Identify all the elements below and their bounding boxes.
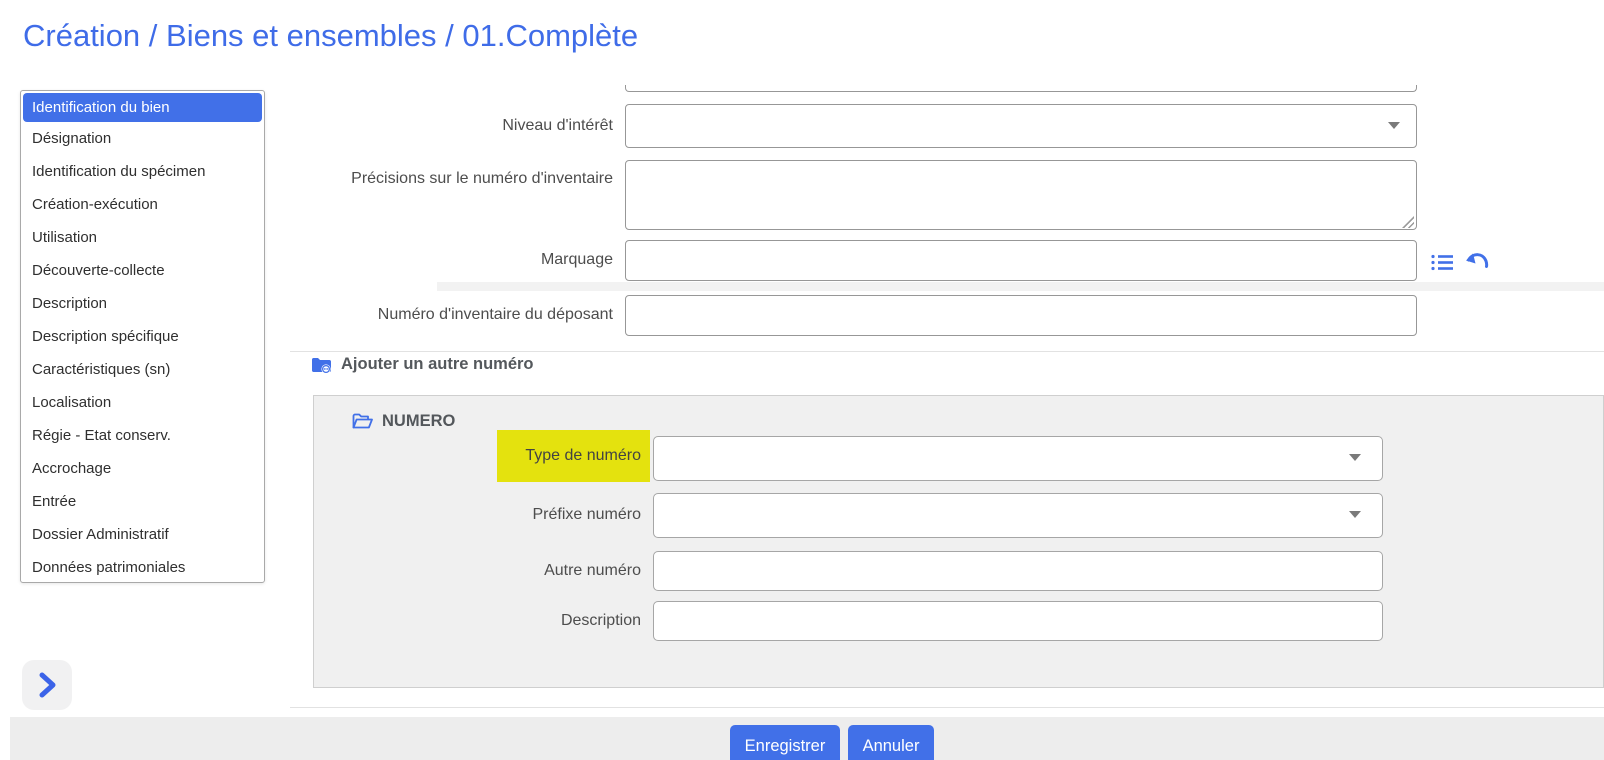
numero-group-header: NUMERO (352, 412, 455, 431)
page: Création / Biens et ensembles / 01.Compl… (0, 0, 1604, 760)
autre-numero-input[interactable] (653, 551, 1383, 591)
precisions-numero-label: Précisions sur le numéro d'inventaire (293, 170, 613, 188)
sidebar-item-decouverte-collecte[interactable]: Découverte-collecte (21, 254, 264, 287)
chevron-right-icon (33, 670, 61, 700)
precisions-numero-textarea[interactable] (625, 160, 1417, 230)
section-top-divider (290, 351, 1604, 352)
section-nav-list: Identification du bien Désignation Ident… (20, 90, 265, 583)
sidebar-item-accrochage[interactable]: Accrochage (21, 452, 264, 485)
niveau-interet-select[interactable] (625, 104, 1417, 148)
page-title: Création / Biens et ensembles / 01.Compl… (23, 18, 638, 54)
numero-deposant-label: Numéro d'inventaire du déposant (293, 306, 613, 324)
list-icon[interactable] (1430, 252, 1454, 273)
type-numero-label-highlight: Type de numéro (497, 430, 650, 482)
sidebar-item-localisation[interactable]: Localisation (21, 386, 264, 419)
sidebar-item-caracteristiques[interactable]: Caractéristiques (sn) (21, 353, 264, 386)
type-numero-select[interactable] (653, 436, 1383, 481)
cutoff-field-bottom-edge[interactable] (625, 85, 1417, 92)
row-background-band (437, 282, 1604, 291)
prefixe-numero-label: Préfixe numéro (481, 506, 641, 524)
sidebar-item-dossier-administratif[interactable]: Dossier Administratif (21, 518, 264, 551)
open-folder-icon (352, 413, 373, 430)
cancel-button[interactable]: Annuler (848, 725, 934, 760)
marquage-actions (1430, 250, 1491, 274)
sidebar-item-designation[interactable]: Désignation (21, 122, 264, 155)
sidebar-item-description[interactable]: Description (21, 287, 264, 320)
undo-icon[interactable] (1465, 250, 1491, 274)
section-bottom-divider (290, 707, 1604, 708)
description-input[interactable] (653, 601, 1383, 641)
niveau-interet-label: Niveau d'intérêt (293, 117, 613, 135)
sidebar-item-regie-etat-conserv[interactable]: Régie - Etat conserv. (21, 419, 264, 452)
sidebar-item-creation-execution[interactable]: Création-exécution (21, 188, 264, 221)
autre-numero-label: Autre numéro (481, 562, 641, 580)
marquage-label: Marquage (293, 251, 613, 269)
sidebar-item-description-specifique[interactable]: Description spécifique (21, 320, 264, 353)
save-button[interactable]: Enregistrer (730, 725, 840, 760)
sidebar-item-identification-du-bien[interactable]: Identification du bien (23, 93, 262, 122)
folder-add-icon (311, 356, 332, 374)
numero-group-title: NUMERO (382, 412, 455, 431)
prefixe-numero-select[interactable] (653, 493, 1383, 538)
description-label: Description (481, 612, 641, 630)
sidebar-expand-button[interactable] (22, 660, 72, 710)
ajouter-autre-numero-header: Ajouter un autre numéro (311, 355, 534, 374)
ajouter-autre-numero-title: Ajouter un autre numéro (341, 355, 534, 374)
marquage-input[interactable] (625, 240, 1417, 281)
sidebar-item-entree[interactable]: Entrée (21, 485, 264, 518)
sidebar-item-donnees-patrimoniales[interactable]: Données patrimoniales (21, 551, 264, 583)
sidebar-item-utilisation[interactable]: Utilisation (21, 221, 264, 254)
numero-deposant-input[interactable] (625, 295, 1417, 336)
sidebar-item-identification-du-specimen[interactable]: Identification du spécimen (21, 155, 264, 188)
